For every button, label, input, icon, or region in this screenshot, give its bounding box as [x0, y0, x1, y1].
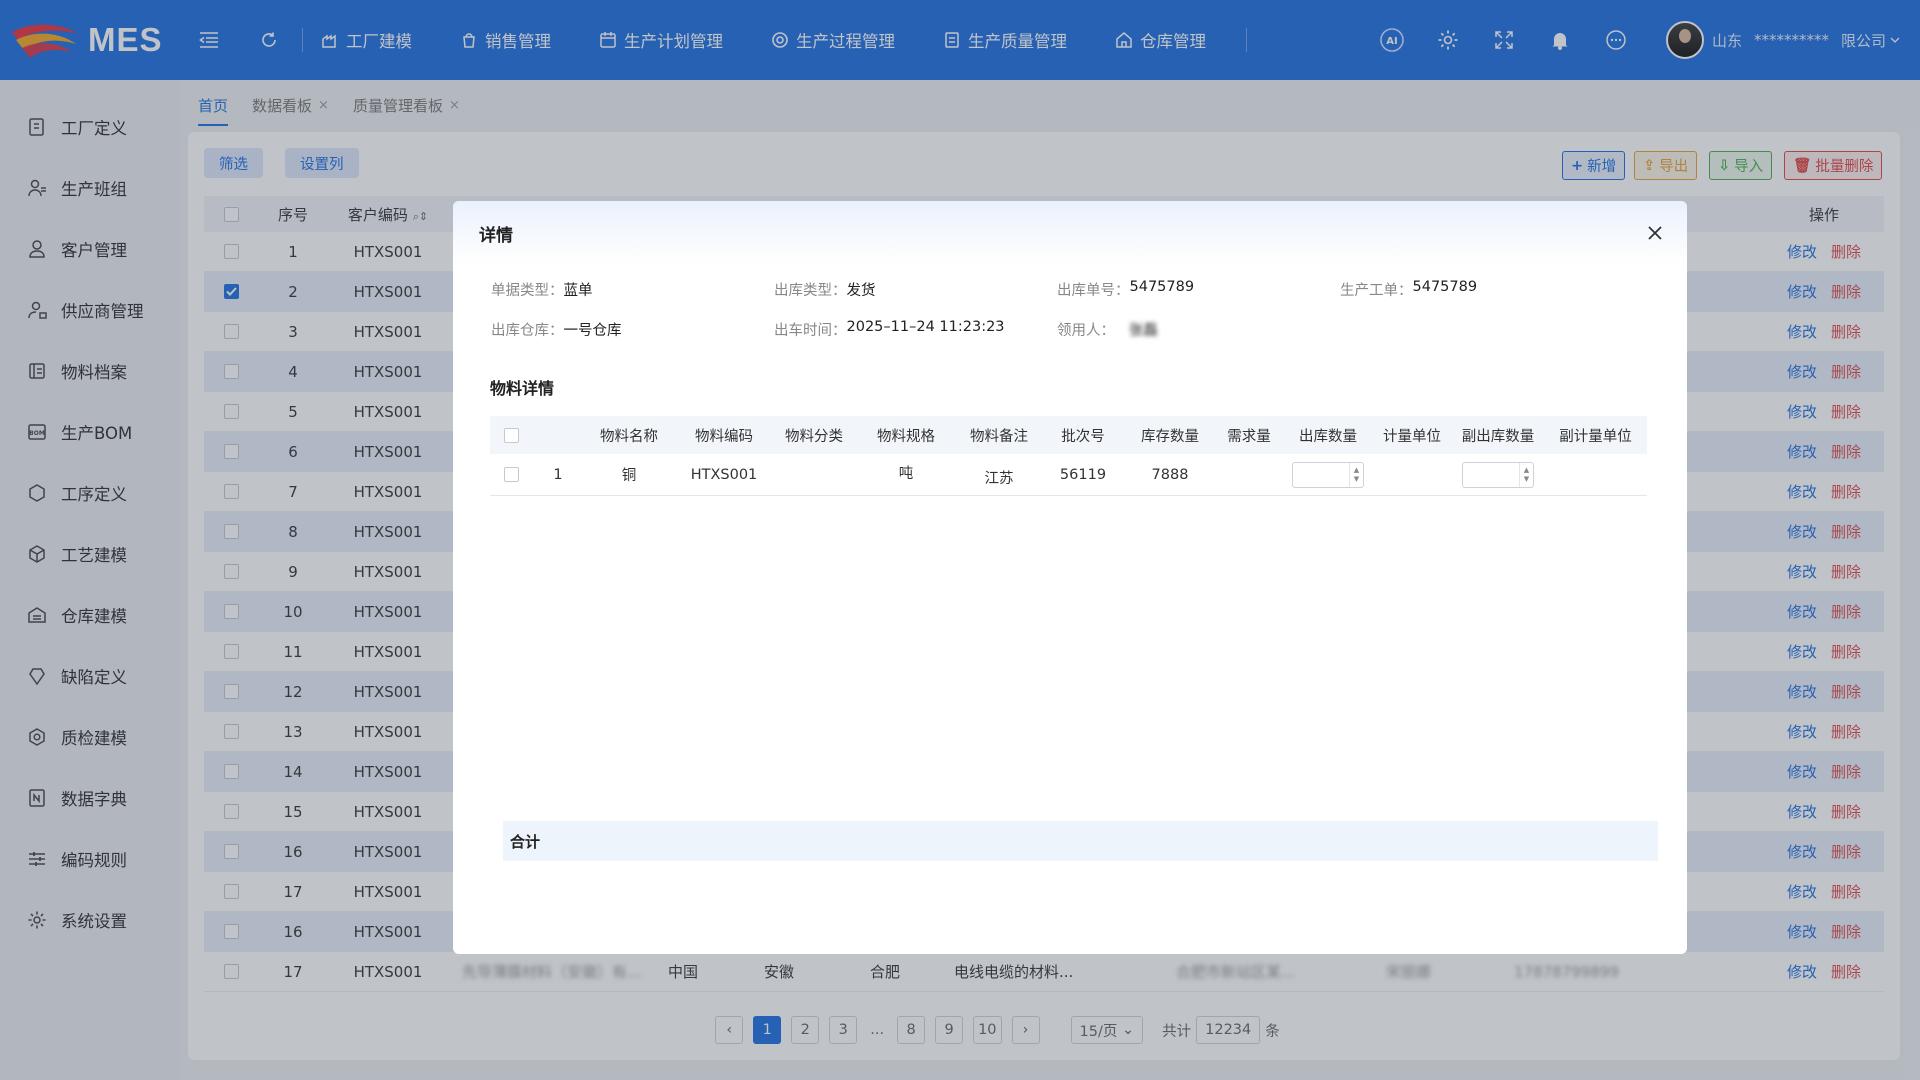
- info-value: 5475789: [1129, 279, 1195, 295]
- info-warehouse: 出库仓库： 一号仓库: [491, 319, 622, 340]
- material-code: HTXS001: [690, 466, 758, 483]
- info-receiver: 领用人： 张磊: [1057, 319, 1158, 340]
- info-out-time: 出车时间： 2025–11–24 11:23:23: [774, 319, 1005, 340]
- select-all-checkbox[interactable]: [503, 427, 519, 443]
- material-row: 1 铜 HTXS001 吨 江苏 56119 7888 ▲ ▼ ▲ ▼: [490, 454, 1647, 496]
- detail-modal: 详情 单据类型： 蓝单 出库类型： 发货 出库单号： 5475789 生产工单： 547…: [453, 201, 1687, 954]
- info-label: 生产工单：: [1340, 283, 1413, 299]
- info-out-type: 出库类型： 发货: [774, 279, 876, 300]
- info-label: 单据类型：: [491, 283, 564, 299]
- material-remark: 江苏: [984, 471, 1014, 487]
- out-qty-stepper[interactable]: ▲ ▼: [1292, 461, 1364, 488]
- material-name: 铜: [621, 468, 637, 484]
- stock-qty: 7888: [1151, 466, 1189, 483]
- col-material-spec: 物料规格: [877, 428, 935, 445]
- col-sub-unit: 副计量单位: [1559, 428, 1632, 445]
- info-out-number: 出库单号： 5475789: [1057, 279, 1194, 300]
- col-material-code: 物料编码: [695, 428, 753, 445]
- sub-out-qty-stepper[interactable]: ▲ ▼: [1462, 461, 1534, 488]
- col-sub-out-qty: 副出库数量: [1461, 428, 1535, 445]
- col-material-remark: 物料备注: [970, 428, 1028, 445]
- info-label: 出库单号：: [1057, 283, 1130, 299]
- stepper-arrows[interactable]: ▲ ▼: [1519, 462, 1533, 487]
- info-value: 2025–11–24 11:23:23: [846, 319, 1005, 335]
- modal-title: 详情: [453, 201, 1687, 265]
- col-material-category: 物料分类: [785, 428, 843, 445]
- info-value: 5475789: [1412, 279, 1478, 295]
- info-value: 发货: [846, 283, 876, 299]
- col-unit: 计量单位: [1383, 428, 1441, 445]
- close-icon[interactable]: [1641, 219, 1669, 247]
- col-out-qty: 出库数量: [1299, 428, 1357, 445]
- stepper-arrows[interactable]: ▲ ▼: [1349, 462, 1363, 487]
- info-value: 张磊: [1129, 323, 1158, 339]
- col-demand: 需求量: [1227, 428, 1271, 445]
- row-checkbox[interactable]: [503, 467, 519, 482]
- info-label: 出库类型：: [774, 283, 847, 299]
- info-doc-type: 单据类型： 蓝单: [491, 279, 593, 300]
- material-spec: 吨: [898, 466, 914, 482]
- total-row: 合计: [503, 821, 1658, 861]
- info-value: 蓝单: [563, 283, 593, 299]
- info-label: 领用人：: [1057, 323, 1115, 339]
- info-label: 出库仓库：: [491, 323, 564, 339]
- material-table-header: 物料名称 物料编码 物料分类 物料规格 物料备注 批次号 库存数量 需求量 出库…: [490, 416, 1647, 454]
- info-value: 一号仓库: [563, 323, 622, 339]
- col-material-name: 物料名称: [600, 428, 658, 445]
- material-table: 物料名称 物料编码 物料分类 物料规格 物料备注 批次号 库存数量 需求量 出库…: [490, 416, 1647, 496]
- row-no: 1: [553, 466, 563, 483]
- batch-no: 56119: [1059, 466, 1107, 483]
- col-stock: 库存数量: [1141, 428, 1199, 445]
- col-batch: 批次号: [1061, 428, 1105, 445]
- material-section-title: 物料详情: [490, 379, 555, 398]
- info-label: 出车时间：: [774, 323, 847, 339]
- info-work-order: 生产工单： 5475789: [1340, 279, 1477, 300]
